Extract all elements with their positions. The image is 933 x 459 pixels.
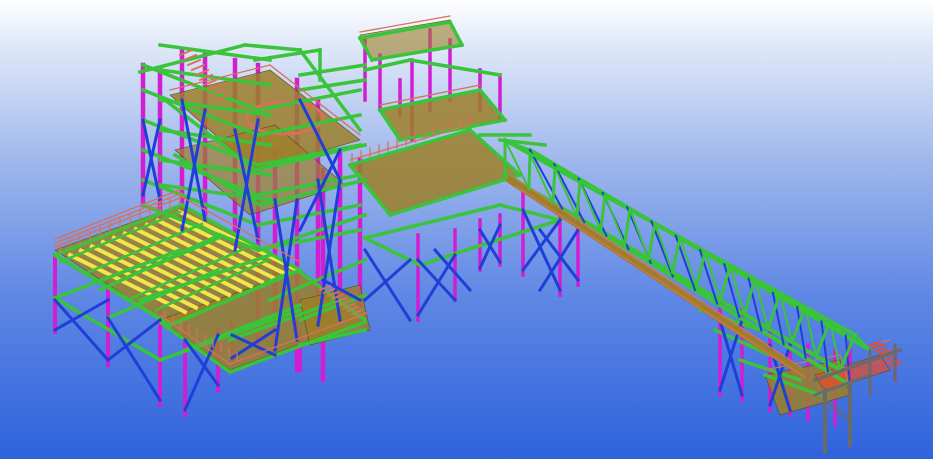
steel-structure-model	[52, 15, 903, 454]
beam	[407, 57, 503, 78]
brace	[105, 315, 163, 403]
beam	[253, 48, 322, 62]
stair-tread	[871, 343, 885, 350]
brace	[362, 257, 413, 303]
beam	[298, 78, 367, 92]
beam	[243, 43, 302, 52]
gallery-vertical	[599, 194, 607, 233]
gallery-vertical	[622, 207, 632, 247]
conveyor-handrail	[511, 175, 803, 369]
3d-model-viewport[interactable]	[0, 0, 933, 459]
stair-tread	[874, 346, 888, 353]
gallery-vertical	[527, 152, 532, 191]
stair-tread	[190, 63, 206, 72]
brace	[52, 297, 111, 363]
beam	[298, 63, 367, 77]
gallery-vertical	[694, 249, 707, 289]
tail-support-brace	[823, 398, 852, 422]
gallery-vertical	[670, 235, 682, 275]
gallery-vertical	[646, 221, 657, 261]
brace	[362, 247, 413, 323]
gallery-vertical	[551, 166, 557, 205]
